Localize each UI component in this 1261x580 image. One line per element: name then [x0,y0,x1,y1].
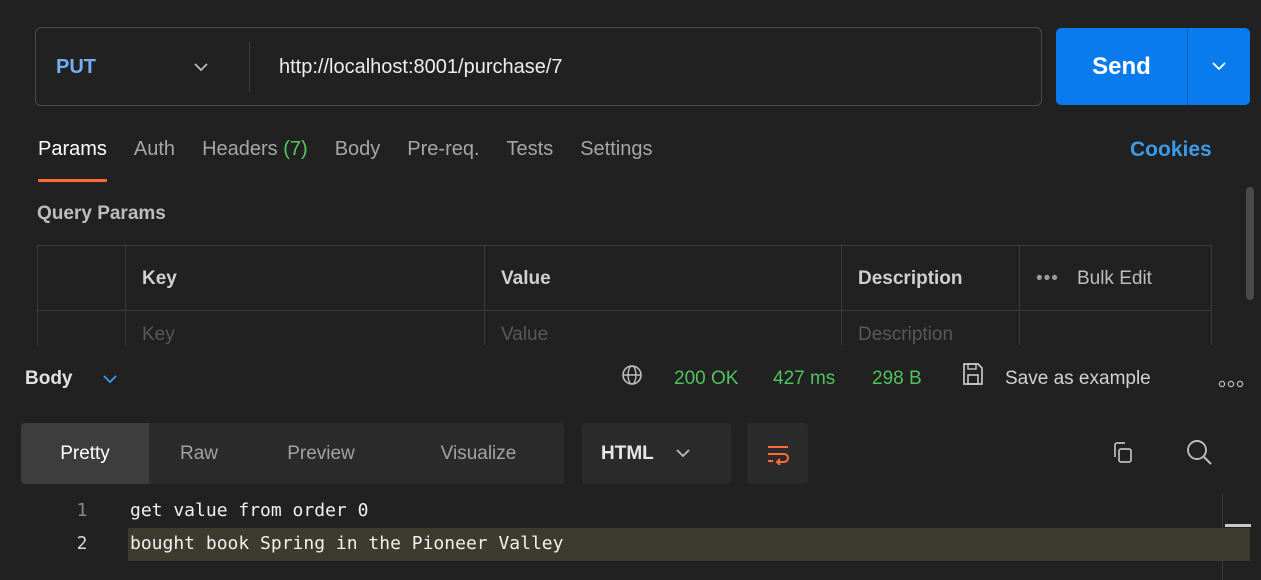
send-button-group: Send [1056,28,1250,105]
search-icon[interactable] [1185,438,1213,471]
more-options-icon[interactable]: ••• [1036,268,1059,290]
save-icon[interactable] [962,362,984,391]
globe-icon[interactable] [621,364,643,391]
value-input[interactable]: Value [484,311,841,345]
column-value: Value [484,246,841,311]
more-options-icon[interactable] [1218,375,1244,393]
scroll-marker [1225,524,1251,527]
column-description: Description [841,246,1019,311]
code-text[interactable]: bought book Spring in the Pioneer Valley [130,533,563,554]
bulk-edit-cell: ••• Bulk Edit [1019,246,1211,311]
wrap-icon [767,445,789,465]
url-input[interactable]: http://localhost:8001/purchase/7 [279,28,563,107]
line-number: 2 [76,533,88,554]
url-bar: PUT http://localhost:8001/purchase/7 [35,27,1042,106]
chevron-down-icon[interactable] [103,371,117,389]
line-number: 1 [76,500,88,521]
response-body-label[interactable]: Body [25,368,73,390]
send-button[interactable]: Send [1056,28,1187,105]
tab-tests[interactable]: Tests [507,138,554,168]
format-label: HTML [601,442,654,464]
headers-count-badge: (7) [283,138,308,160]
table-header-row: Key Value Description ••• Bulk Edit [38,246,1211,311]
code-scrollbar[interactable] [1222,494,1251,580]
scrollbar-thumb[interactable] [1246,187,1254,300]
query-params-table: Key Value Description ••• Bulk Edit Key … [37,245,1212,345]
copy-icon[interactable] [1112,441,1134,470]
tab-preview[interactable]: Preview [249,423,393,484]
tab-params[interactable]: Params [38,138,107,182]
response-size[interactable]: 298 B [872,368,922,390]
request-tabs: Params Auth Headers (7) Body Pre-req. Te… [38,138,679,182]
checkbox-column [38,246,125,311]
description-input[interactable]: Description [841,311,1019,345]
tab-visualize[interactable]: Visualize [393,423,564,484]
code-line: 2 bought book Spring in the Pioneer Vall… [77,528,1250,561]
code-text[interactable]: get value from order 0 [130,500,368,521]
tab-headers[interactable]: Headers (7) [202,138,308,168]
send-options-chevron-icon[interactable] [1188,28,1250,105]
checkbox-cell[interactable] [38,311,125,345]
tab-pretty[interactable]: Pretty [21,423,149,484]
response-header: Body 200 OK 427 ms 298 B Save as example [0,345,1261,415]
response-time[interactable]: 427 ms [773,368,835,390]
code-line: 1 get value from order 0 [0,495,1250,528]
cookies-link[interactable]: Cookies [1130,138,1212,162]
tab-settings[interactable]: Settings [580,138,652,168]
bulk-edit-button[interactable]: Bulk Edit [1077,268,1152,290]
table-row: Key Value Description [38,311,1211,345]
tab-body[interactable]: Body [335,138,381,168]
url-divider [249,42,250,92]
query-params-title: Query Params [37,203,166,224]
column-key: Key [125,246,484,311]
save-as-example-button[interactable]: Save as example [1005,368,1151,390]
tab-auth[interactable]: Auth [134,138,175,168]
empty-cell [1019,311,1211,345]
format-select[interactable]: HTML [582,423,731,484]
tab-pre-request[interactable]: Pre-req. [407,138,479,168]
chevron-down-icon [676,449,690,458]
wrap-lines-button[interactable] [747,423,808,484]
key-input[interactable]: Key [125,311,484,345]
status-code[interactable]: 200 OK [674,368,738,390]
chevron-down-icon[interactable] [194,28,208,107]
response-body-code: 1 get value from order 0 2 bought book S… [0,495,1261,580]
response-view-tabs: Pretty Raw Preview Visualize [21,423,564,484]
method-select[interactable]: PUT [56,28,96,107]
tab-raw[interactable]: Raw [149,423,249,484]
